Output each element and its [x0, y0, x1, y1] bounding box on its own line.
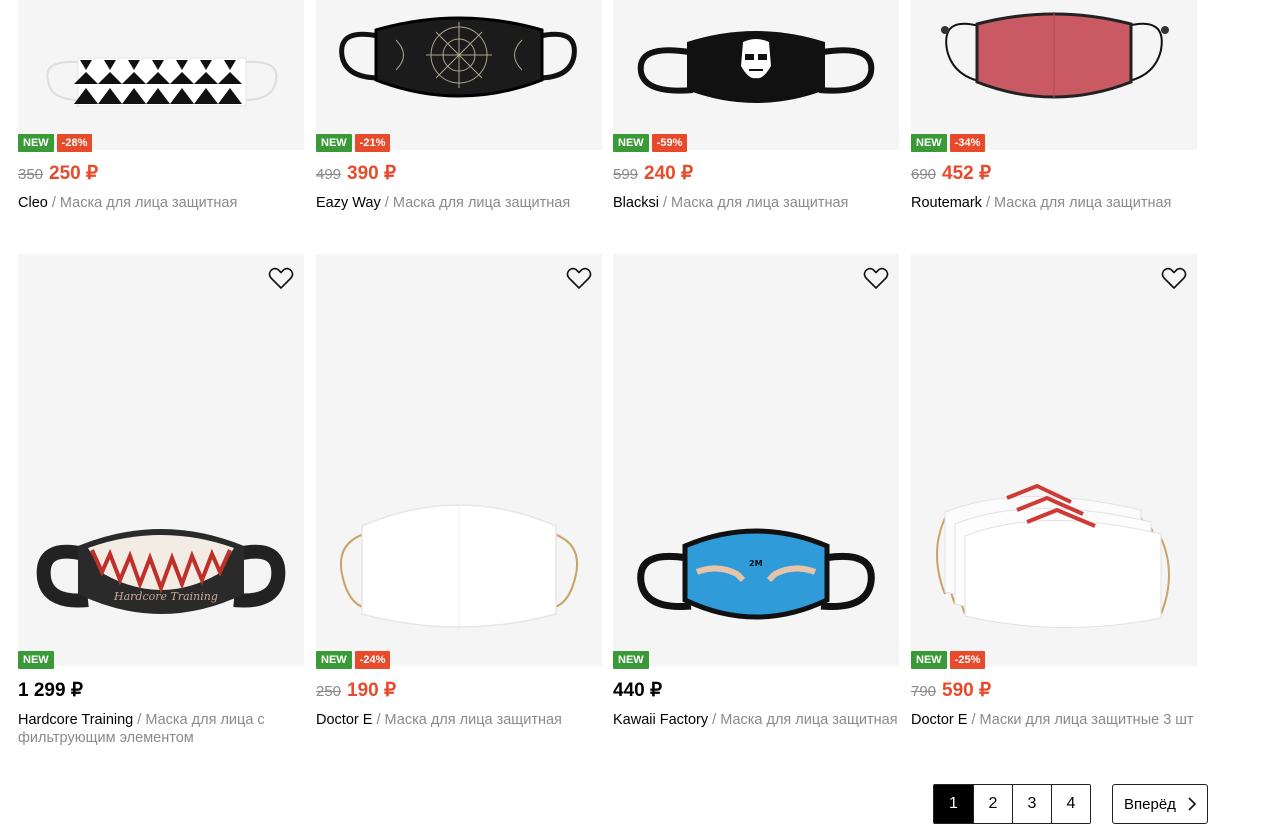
product-title[interactable]: Routemark / Маска для лица защитная [911, 194, 1197, 212]
product-title[interactable]: Doctor E / Маска для лица защитная [316, 711, 602, 729]
current-price: 240 ₽ [644, 163, 694, 184]
badges: NEW -21% [316, 134, 391, 152]
new-badge: NEW [316, 134, 352, 152]
brand-name[interactable]: Eazy Way [316, 195, 381, 211]
separator: / [712, 712, 717, 728]
product-image[interactable]: Hardcore Training [18, 254, 304, 666]
price: 250 190 ₽ [316, 679, 396, 702]
badges: NEW -25% [911, 651, 986, 669]
product-type: Маска для лица защитная [671, 195, 849, 211]
brand-name[interactable]: Routemark [911, 195, 982, 211]
chevron-right-icon [1188, 797, 1196, 811]
brand-name[interactable]: Cleo [18, 195, 48, 211]
svg-text:Hardcore Training: Hardcore Training [113, 590, 218, 603]
new-badge: NEW [18, 651, 54, 669]
separator: / [51, 195, 56, 211]
price: 350 250 ₽ [18, 162, 98, 185]
new-badge: NEW [613, 651, 649, 669]
product-title[interactable]: Eazy Way / Маска для лица защитная [316, 194, 602, 212]
new-badge: NEW [18, 134, 54, 152]
product-title[interactable]: Blacksi / Маска для лица защитная [613, 194, 899, 212]
product-image[interactable] [911, 254, 1197, 666]
heart-outline-icon[interactable] [863, 266, 889, 290]
brand-name[interactable]: Hardcore Training [18, 712, 133, 728]
badges: NEW [613, 651, 649, 669]
brand-name[interactable]: Doctor E [911, 712, 967, 728]
separator: / [137, 712, 142, 728]
discount-badge: -25% [949, 651, 986, 669]
new-badge: NEW [613, 134, 649, 152]
heart-outline-icon[interactable] [268, 266, 294, 290]
price: 1 299 ₽ [18, 679, 83, 702]
old-price: 690 [911, 166, 937, 183]
page-button-1[interactable]: 1 [934, 785, 973, 823]
old-price: 790 [911, 683, 937, 700]
price: 440 ₽ [613, 679, 662, 702]
product-title[interactable]: Hardcore Training / Маска для лица с фил… [18, 711, 304, 747]
price: 790 590 ₽ [911, 679, 991, 702]
product-image[interactable] [613, 0, 899, 150]
brand-name[interactable]: Kawaii Factory [613, 712, 708, 728]
price: 599 240 ₽ [613, 162, 693, 185]
discount-badge: -28% [56, 134, 93, 152]
page-button-3[interactable]: 3 [1012, 785, 1051, 823]
new-badge: NEW [911, 134, 947, 152]
page-button-2[interactable]: 2 [973, 785, 1012, 823]
old-price: 499 [316, 166, 342, 183]
product-image[interactable] [18, 0, 304, 150]
product-image[interactable] [316, 254, 602, 666]
page-button-4[interactable]: 4 [1051, 785, 1090, 823]
current-price: 452 ₽ [942, 163, 992, 184]
separator: / [376, 712, 381, 728]
current-price: 1 299 ₽ [18, 680, 83, 701]
product-type: Маска для лица защитная [384, 712, 562, 728]
current-price: 440 ₽ [613, 680, 663, 701]
brand-name[interactable]: Blacksi [613, 195, 659, 211]
current-price: 250 ₽ [49, 163, 99, 184]
old-price: 599 [613, 166, 639, 183]
old-price: 350 [18, 166, 44, 183]
price: 690 452 ₽ [911, 162, 991, 185]
discount-badge: -21% [354, 134, 391, 152]
product-image[interactable]: 2M [613, 254, 899, 666]
separator: / [384, 195, 389, 211]
next-page-label: Вперёд [1124, 795, 1176, 813]
discount-badge: -34% [949, 134, 986, 152]
brand-name[interactable]: Doctor E [316, 712, 372, 728]
badges: NEW -28% [18, 134, 93, 152]
heart-outline-icon[interactable] [1161, 266, 1187, 290]
product-title[interactable]: Cleo / Маска для лица защитная [18, 194, 304, 212]
product-image[interactable] [316, 0, 602, 150]
badges: NEW [18, 651, 54, 669]
current-price: 390 ₽ [347, 163, 397, 184]
badges: NEW -34% [911, 134, 986, 152]
badges: NEW -59% [613, 134, 688, 152]
product-title[interactable]: Doctor E / Маски для лица защитные 3 шт [911, 711, 1197, 729]
heart-outline-icon[interactable] [566, 266, 592, 290]
current-price: 190 ₽ [347, 680, 397, 701]
product-type: Маски для лица защитные 3 шт [979, 712, 1194, 728]
discount-badge: -59% [651, 134, 688, 152]
product-type: Маска для лица защитная [392, 195, 571, 211]
price: 499 390 ₽ [316, 162, 396, 185]
badges: NEW -24% [316, 651, 391, 669]
product-type: Маска для лица защитная [994, 195, 1172, 211]
new-badge: NEW [911, 651, 947, 669]
next-page-button[interactable]: Вперёд [1112, 784, 1208, 824]
old-price: 250 [316, 683, 342, 700]
separator: / [971, 712, 976, 728]
separator: / [662, 195, 667, 211]
svg-text:2M: 2M [749, 559, 763, 568]
separator: / [985, 195, 990, 211]
product-type: Маска для лица защитная [720, 712, 898, 728]
pagination: 1 2 3 4 [933, 784, 1091, 824]
new-badge: NEW [316, 651, 352, 669]
product-title[interactable]: Kawaii Factory / Маска для лица защитная [613, 711, 899, 729]
product-image[interactable] [911, 0, 1197, 150]
discount-badge: -24% [354, 651, 391, 669]
product-type: Маска для лица защитная [59, 195, 238, 211]
current-price: 590 ₽ [942, 680, 992, 701]
